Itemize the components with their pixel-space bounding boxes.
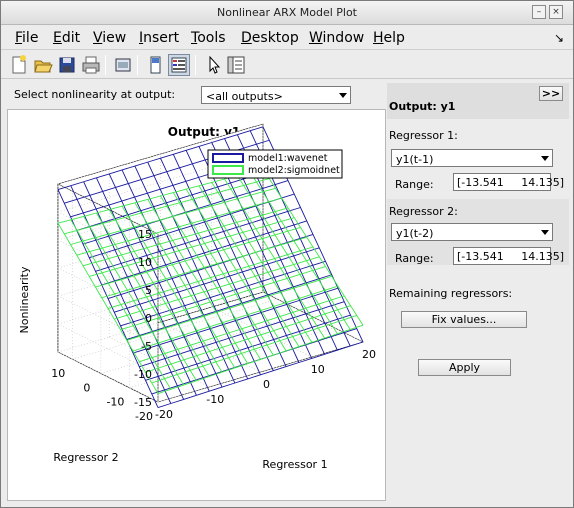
menu-insert[interactable]: Insert [139,30,179,46]
output-label: Output: y1 [389,100,456,113]
open-icon[interactable] [32,54,54,76]
z-tick-label: 5 [145,284,152,297]
menu-tools[interactable]: Tools [191,30,226,46]
regressor1-label: Regressor 1: [389,129,458,142]
chevron-down-icon [541,156,549,161]
regressor1-range-label: Range: [395,178,434,191]
regressor2-value: y1(t-2) [396,227,434,240]
show-panel-icon[interactable] [168,54,190,76]
nonlinearity-selector-row: Select nonlinearity at output: <all outp… [7,83,386,107]
z-tick-label: -15 [134,396,152,409]
z-tick-label: 0 [145,312,152,325]
regressor1-select[interactable]: y1(t-1) [391,149,553,167]
menu-file[interactable]: File [15,30,38,46]
y-tick-label: 10 [51,367,65,380]
y-tick-label: -20 [135,410,153,423]
surface-plot[interactable]: Output: y1 151050-5-10-15 -20-1001020 10… [8,110,385,500]
toolbar-separator [137,55,138,75]
fix-values-button[interactable]: Fix values... [401,311,527,328]
expand-button[interactable]: >> [539,86,563,101]
z-tick-label: 10 [138,256,152,269]
panel-header: >> Output: y1 [387,83,569,119]
legend-label-sigmoidnet: model2:sigmoidnet [248,165,340,176]
y-axis-label: Regressor 2 [53,451,118,464]
window-title: Nonlinear ARX Model Plot [217,6,357,19]
minimize-button[interactable]: – [532,5,546,19]
z-tick-label: 15 [138,228,152,241]
x-axis-label: Regressor 1 [262,458,327,471]
regressor2-range-input[interactable]: [-13.541 14.135] [453,247,564,265]
hide-panel-icon[interactable] [144,54,166,76]
selector-label: Select nonlinearity at output: [14,88,176,101]
y-tick-label: -10 [106,396,124,409]
toolbar [1,51,573,79]
chevron-down-icon [339,93,347,98]
legend[interactable]: model1:wavenet model2:sigmoidnet [207,149,343,179]
legend-label-wavenet: model1:wavenet [248,153,328,164]
menu-desktop[interactable]: Desktop [241,30,299,46]
regressor1-range-input[interactable]: [-13.541 14.135] [453,173,564,191]
plot-window: Nonlinear ARX Model Plot – × File Edit V… [0,0,574,508]
output-select[interactable]: <all outputs> [201,86,351,104]
print-preview-icon[interactable] [112,54,134,76]
output-select-value: <all outputs> [206,90,283,103]
remaining-regressors-label: Remaining regressors: [389,287,513,300]
close-button[interactable]: × [549,5,563,19]
regressor-panel: >> Output: y1 Regressor 1: y1(t-1) Range… [387,83,569,501]
x-tick-label: 0 [263,378,270,391]
new-figure-icon[interactable] [8,54,30,76]
x-tick-label: 20 [362,348,376,361]
print-icon[interactable] [80,54,102,76]
x-tick-label: -20 [155,408,173,421]
save-icon[interactable] [56,54,78,76]
pointer-icon[interactable] [202,54,224,76]
x-tick-label: -10 [206,393,224,406]
dock-icon[interactable]: ↘ [554,31,564,45]
menu-help[interactable]: Help [373,30,405,46]
menu-window[interactable]: Window [309,30,364,46]
title-bar: Nonlinear ARX Model Plot – × [1,1,573,25]
regressor1-value: y1(t-1) [396,153,434,166]
regressor2-select[interactable]: y1(t-2) [391,223,553,241]
menu-bar: File Edit View Insert Tools Desktop Wind… [1,26,573,50]
regressor2-label: Regressor 2: [389,205,458,218]
z-tick-label: -5 [141,340,152,353]
chevron-down-icon [541,230,549,235]
regressor1-group: Regressor 1: y1(t-1) Range: [-13.541 14.… [387,127,569,193]
y-tick-label: 0 [83,381,90,394]
regressor2-range-label: Range: [395,252,434,265]
plot-panel: Select nonlinearity at output: <all outp… [7,83,386,501]
x-tick-label: 10 [311,363,325,376]
regressor2-group: Regressor 2: y1(t-2) Range: [-13.541 14.… [387,199,569,265]
menu-view[interactable]: View [93,30,126,46]
property-editor-icon[interactable] [225,54,247,76]
plot-canvas[interactable]: Output: y1 15 10 5 0 -5 -10 -15 -20 -10 0 10 20 10… [7,109,386,501]
menu-edit[interactable]: Edit [53,30,80,46]
toolbar-separator [195,55,196,75]
apply-button[interactable]: Apply [418,359,511,376]
z-tick-label: -10 [134,368,152,381]
z-axis-label: Nonlinearity [18,266,31,333]
toolbar-separator [105,55,106,75]
